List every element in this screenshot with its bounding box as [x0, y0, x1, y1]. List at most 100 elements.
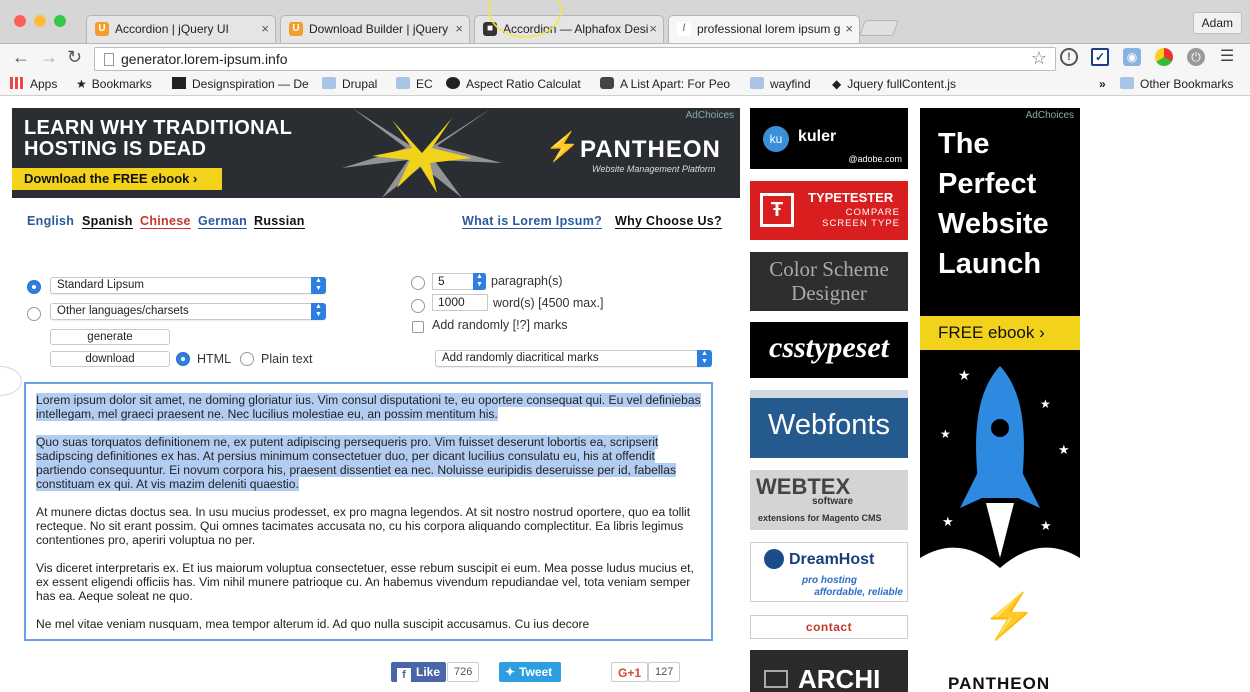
paragraphs-label: paragraph(s) [491, 274, 563, 288]
csstypeset-ad[interactable]: csstypeset [750, 322, 908, 378]
color-picker-extension-icon[interactable] [1155, 48, 1173, 66]
standard-lipsum-select[interactable]: Standard Lipsum ▲ ▼ [50, 277, 326, 294]
lang-russian[interactable]: Russian [254, 214, 305, 229]
bookmark-alistapart[interactable]: A List Apart: For Peo [600, 76, 730, 92]
close-tab-icon[interactable]: × [649, 16, 657, 42]
color-scheme-title: Designer [791, 281, 867, 305]
contact-link-box[interactable]: contact [750, 615, 908, 639]
what-is-lorem-link[interactable]: What is Lorem Ipsum? [462, 214, 603, 229]
svg-text:★: ★ [1040, 397, 1051, 411]
lang-german[interactable]: German [198, 214, 248, 229]
bookmark-designspiration[interactable]: Designspiration — De [172, 76, 309, 92]
paragraphs-stepper[interactable]: 5 ▲ ▼ [432, 273, 486, 290]
other-languages-select[interactable]: Other languages/charsets ▲ ▼ [50, 303, 326, 320]
standard-lipsum-radio[interactable] [27, 280, 41, 294]
info-extension-icon[interactable]: ! [1060, 48, 1078, 66]
bookmark-ec[interactable]: EC [396, 76, 433, 92]
close-tab-icon[interactable]: × [261, 16, 269, 42]
folder-icon [750, 77, 764, 89]
other-languages-radio[interactable] [27, 307, 41, 321]
random-marks-checkbox[interactable] [412, 321, 424, 333]
lang-chinese[interactable]: Chinese [140, 214, 191, 229]
webtex-ad[interactable]: WEBTEX software extensions for Magento C… [750, 470, 908, 530]
power-extension-icon[interactable]: ⏻ [1187, 48, 1205, 66]
lorem-paragraph: Ne mel vitae veniam nusquam, mea tempor … [36, 617, 590, 631]
dreamhost-ad[interactable]: DreamHost pro hosting affordable, reliab… [750, 542, 908, 602]
dreamhost-subtitle: pro hosting [802, 575, 857, 586]
lorem-paragraph: Lorem ipsum dolor sit amet, ne doming gl… [36, 393, 701, 421]
pantheon-skyscraper-ad[interactable]: AdChoices The Perfect Website Launch FRE… [920, 108, 1080, 692]
banner-cta[interactable]: Download the FREE ebook › [12, 168, 222, 190]
camera-extension-icon[interactable]: ◉ [1123, 48, 1141, 66]
tweet-label: Tweet [519, 665, 553, 679]
close-tab-icon[interactable]: × [845, 16, 853, 42]
bookmark-aspect-ratio[interactable]: Aspect Ratio Calculat [446, 76, 581, 92]
select-arrows-icon: ▲ ▼ [311, 303, 326, 320]
lorem-paragraph: At munere dictas doctus sea. In usu muci… [36, 505, 691, 547]
menu-icon[interactable]: ☰ [1218, 48, 1236, 66]
minimize-window-button[interactable] [34, 15, 46, 27]
typetester-ad[interactable]: Ŧ TYPETESTER COMPARE SCREEN TYPE [750, 181, 908, 240]
forward-arrow-icon[interactable]: → [40, 47, 58, 67]
adchoices-label[interactable]: AdChoices [1026, 110, 1074, 121]
facebook-like-button[interactable]: f Like [391, 662, 447, 682]
typetester-title: TYPETESTER [808, 190, 894, 205]
star-icon: ★ [76, 77, 87, 91]
html-radio[interactable] [176, 352, 190, 366]
skyscraper-cta[interactable]: FREE ebook › [920, 316, 1080, 350]
close-tab-icon[interactable]: × [455, 16, 463, 42]
tab-label: professional lorem ipsum g [697, 22, 841, 36]
jquery-favicon-icon: U [289, 22, 303, 36]
more-bookmarks-button[interactable]: » [1099, 76, 1106, 92]
banner-subtitle: Website Management Platform [592, 164, 716, 174]
lang-spanish[interactable]: Spanish [82, 214, 133, 229]
paragraphs-radio[interactable] [411, 276, 425, 290]
adchoices-label[interactable]: AdChoices [686, 110, 734, 121]
back-arrow-icon[interactable]: ← [12, 47, 30, 67]
contact-link[interactable]: contact [806, 620, 852, 634]
checkmark-extension-icon[interactable]: ✓ [1091, 48, 1109, 66]
download-button[interactable]: download [50, 351, 170, 367]
reload-icon[interactable]: ↻ [67, 47, 82, 67]
diacritical-marks-select[interactable]: Add randomly diacritical marks ▲ ▼ [435, 350, 712, 367]
bookmark-star-icon[interactable]: ☆ [1031, 48, 1047, 69]
kuler-title: kuler [798, 128, 837, 145]
pantheon-banner-ad[interactable]: LEARN WHY TRADITIONAL HOSTING IS DEAD Do… [12, 108, 740, 198]
stepper-arrows-icon[interactable]: ▲ ▼ [473, 273, 486, 290]
plain-text-radio[interactable] [240, 352, 254, 366]
archi-ad[interactable]: ARCHI [750, 650, 908, 692]
color-scheme-designer-ad[interactable]: Color Scheme Designer [750, 252, 908, 311]
zoom-window-button[interactable] [54, 15, 66, 27]
generate-button[interactable]: generate [50, 329, 170, 345]
google-plus-button[interactable]: G+1 [611, 662, 649, 682]
tab-lorem-ipsum[interactable]: / professional lorem ipsum g × [668, 15, 860, 43]
words-input[interactable]: 1000 [432, 294, 488, 311]
tab-download-builder[interactable]: U Download Builder | jQuery × [280, 15, 470, 43]
bookmark-apps[interactable]: Apps [10, 76, 57, 92]
bookmark-drupal[interactable]: Drupal [322, 76, 377, 92]
new-tab-button[interactable] [859, 20, 899, 36]
webfonts-ad[interactable]: Webfonts [750, 390, 908, 458]
address-bar[interactable]: generator.lorem-ipsum.info ☆ [94, 47, 1056, 71]
lang-english[interactable]: English [27, 214, 74, 228]
bookmark-jquery-fullcontent[interactable]: ◆ Jquery fullContent.js [832, 76, 956, 92]
stepper-value: 5 [438, 274, 445, 288]
generated-text-area[interactable]: Lorem ipsum dolor sit amet, ne doming gl… [24, 382, 713, 641]
close-window-button[interactable] [14, 15, 26, 27]
words-radio[interactable] [411, 299, 425, 313]
bookmark-bookmarks[interactable]: ★ Bookmarks [76, 76, 152, 92]
tweet-button[interactable]: ✦ Tweet [499, 662, 561, 682]
headline-line: Launch [938, 248, 1042, 280]
tab-accordion-jquery-ui[interactable]: U Accordion | jQuery UI × [86, 15, 276, 43]
bookmark-label: wayfind [770, 77, 811, 91]
bookmark-other[interactable]: Other Bookmarks [1120, 76, 1233, 92]
archi-title: ARCHI [798, 664, 881, 692]
why-choose-us-link[interactable]: Why Choose Us? [615, 214, 722, 229]
color-scheme-title: Color Scheme [769, 257, 889, 281]
kuler-ad[interactable]: ku kuler @adobe.com [750, 108, 908, 169]
bookmark-wayfind[interactable]: wayfind [750, 76, 811, 92]
pantheon-bolt-icon: ⚡ [545, 131, 580, 162]
profile-button[interactable]: Adam [1192, 12, 1242, 34]
dreamhost-moon-icon [764, 549, 784, 569]
kuler-badge-icon: ku [763, 126, 789, 152]
